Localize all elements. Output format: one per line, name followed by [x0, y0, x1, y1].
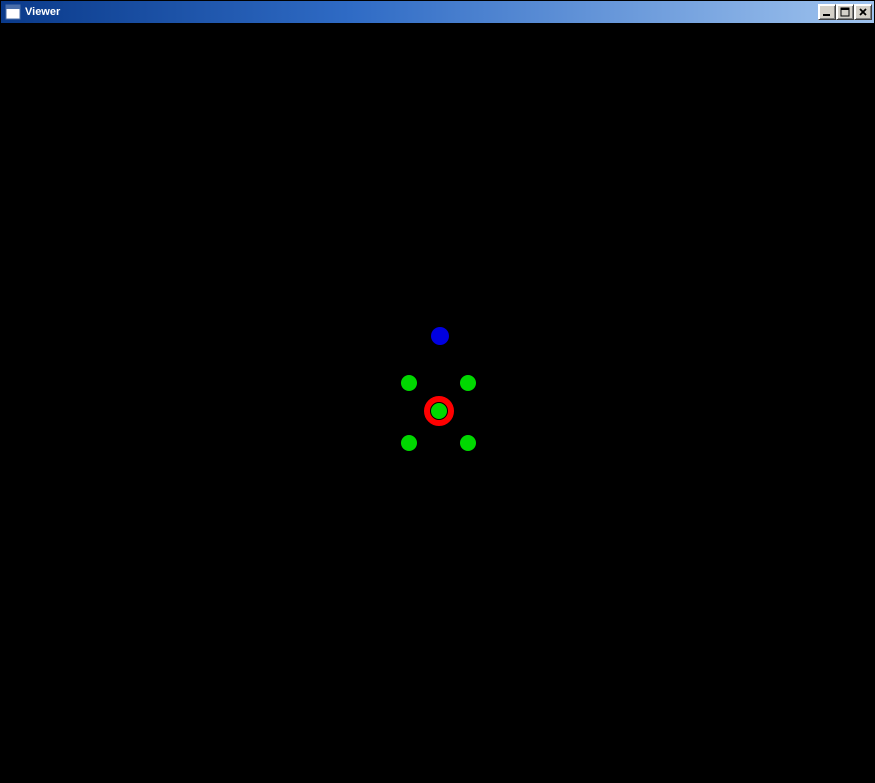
- app-icon: [5, 4, 21, 20]
- green-point: [401, 375, 417, 391]
- minimize-icon: [822, 7, 832, 17]
- green-point: [460, 435, 476, 451]
- minimize-button[interactable]: [818, 4, 836, 20]
- blue-point: [431, 327, 449, 345]
- window-frame: Viewer: [0, 0, 875, 783]
- titlebar[interactable]: Viewer: [1, 1, 874, 23]
- window-title: Viewer: [25, 6, 818, 18]
- green-point: [460, 375, 476, 391]
- window-controls: [818, 4, 872, 20]
- close-button[interactable]: [854, 4, 872, 20]
- green-point: [401, 435, 417, 451]
- viewer-canvas[interactable]: [1, 23, 874, 782]
- maximize-button[interactable]: [836, 4, 854, 20]
- green-point: [431, 403, 447, 419]
- close-icon: [858, 7, 868, 17]
- maximize-icon: [840, 7, 850, 17]
